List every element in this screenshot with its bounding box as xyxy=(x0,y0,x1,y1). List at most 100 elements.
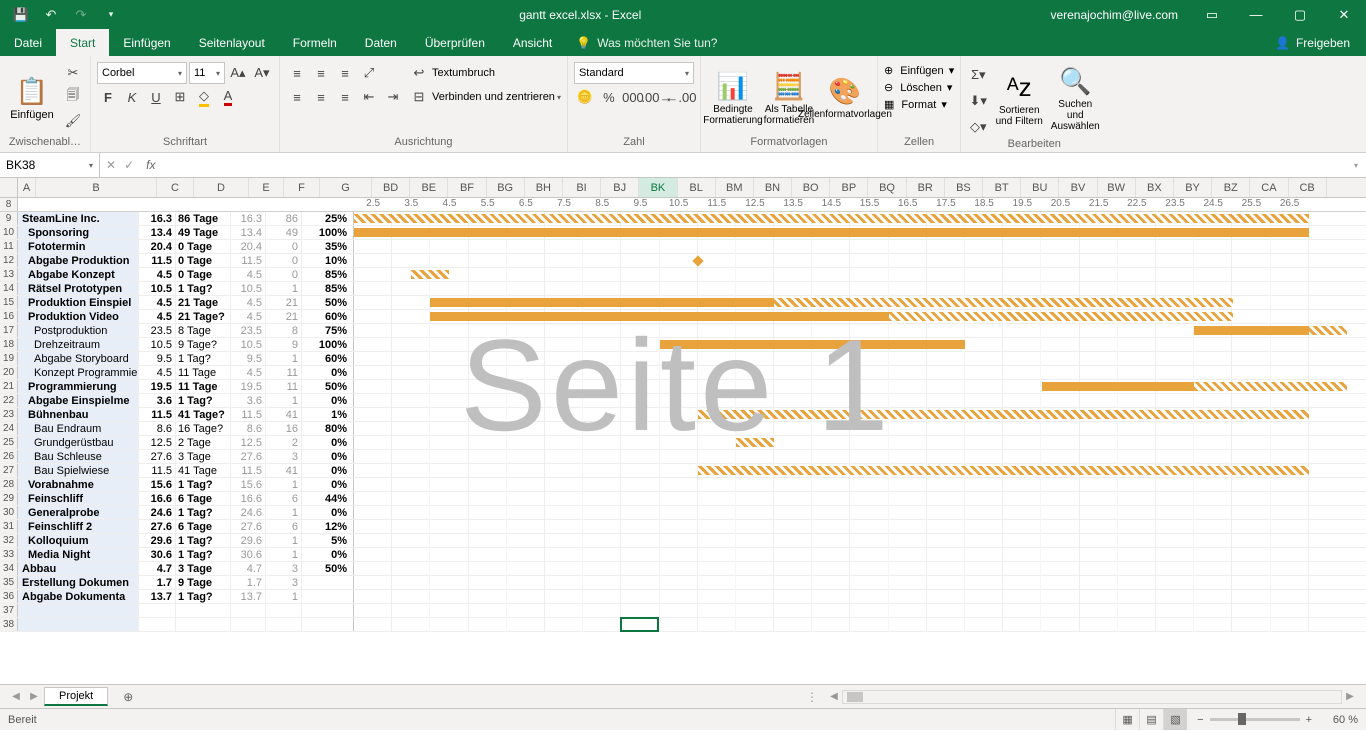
table-row[interactable]: 36Abgabe Dokumenta13.71 Tag?13.71 xyxy=(0,590,1366,604)
table-row[interactable]: 38 xyxy=(0,618,1366,632)
fill-icon[interactable]: ⬇▾ xyxy=(967,90,989,112)
bold-button[interactable]: F xyxy=(97,86,119,108)
table-row[interactable]: 28Vorabnahme15.61 Tag?15.610% xyxy=(0,478,1366,492)
col-header[interactable]: D xyxy=(194,178,249,197)
table-row[interactable]: 18Drehzeitraum10.59 Tage?10.59100% xyxy=(0,338,1366,352)
align-center-icon[interactable]: ≡ xyxy=(310,86,332,108)
table-row[interactable]: 19Abgabe Storyboard9.51 Tag?9.5160% xyxy=(0,352,1366,366)
col-header[interactable]: BP xyxy=(830,178,868,197)
percent-format-icon[interactable]: % xyxy=(598,86,620,108)
align-left-icon[interactable]: ≡ xyxy=(286,86,308,108)
page-layout-view-icon[interactable]: ▤ xyxy=(1139,709,1163,730)
page-break-view-icon[interactable]: ▧ xyxy=(1163,709,1187,730)
tab-seitenlayout[interactable]: Seitenlayout xyxy=(185,29,279,56)
decrease-indent-icon[interactable]: ⇤ xyxy=(358,86,380,108)
table-row[interactable]: 17Postproduktion23.58 Tage23.5875% xyxy=(0,324,1366,338)
border-icon[interactable]: ⊞ xyxy=(169,86,191,108)
align-middle-icon[interactable]: ≡ xyxy=(310,62,332,84)
zoom-value[interactable]: 60 % xyxy=(1318,714,1358,726)
table-row[interactable]: 37 xyxy=(0,604,1366,618)
col-header[interactable]: CB xyxy=(1289,178,1327,197)
col-header[interactable]: BN xyxy=(754,178,792,197)
tell-me-search[interactable]: 💡Was möchten Sie tun? xyxy=(566,29,727,56)
tab-formeln[interactable]: Formeln xyxy=(279,29,351,56)
horizontal-scrollbar[interactable] xyxy=(842,690,1342,704)
col-header[interactable]: BV xyxy=(1059,178,1097,197)
table-row[interactable]: 24Bau Endraum8.616 Tage?8.61680% xyxy=(0,422,1366,436)
align-bottom-icon[interactable]: ≡ xyxy=(334,62,356,84)
clear-icon[interactable]: ◇▾ xyxy=(967,116,989,138)
autosum-icon[interactable]: Σ▾ xyxy=(967,64,989,86)
table-row[interactable]: 20Konzept Programmier4.511 Tage4.5110% xyxy=(0,366,1366,380)
decrease-decimal-icon[interactable]: ←.00 xyxy=(670,86,692,108)
col-header[interactable]: BZ xyxy=(1212,178,1250,197)
zoom-slider[interactable] xyxy=(1210,718,1300,721)
table-row[interactable]: 29Feinschliff16.66 Tage16.6644% xyxy=(0,492,1366,506)
col-header[interactable]: B xyxy=(36,178,157,197)
col-header[interactable]: BQ xyxy=(868,178,906,197)
col-header[interactable]: BO xyxy=(792,178,830,197)
hscroll-right-icon[interactable]: ▶ xyxy=(1342,691,1358,702)
table-row[interactable]: 13Abgabe Konzept4.50 Tage4.5085% xyxy=(0,268,1366,282)
table-row[interactable]: 27Bau Spielwiese11.541 Tage11.5410% xyxy=(0,464,1366,478)
hscroll-left-icon[interactable]: ◀ xyxy=(826,691,842,702)
cancel-icon[interactable]: ✕ xyxy=(106,158,116,172)
worksheet-grid[interactable]: ABCDEFG BDBEBFBGBHBIBJBKBLBMBNBOBPBQBRBS… xyxy=(0,178,1366,684)
col-header[interactable]: BS xyxy=(945,178,983,197)
italic-button[interactable]: K xyxy=(121,86,143,108)
table-row[interactable]: 33Media Night30.61 Tag?30.610% xyxy=(0,548,1366,562)
table-row[interactable]: 25Grundgerüstbau12.52 Tage12.520% xyxy=(0,436,1366,450)
table-row[interactable]: 31Feinschliff 227.66 Tage27.6612% xyxy=(0,520,1366,534)
redo-icon[interactable]: ↷ xyxy=(70,7,92,23)
merge-center-button[interactable]: ⊟Verbinden und zentrieren▾ xyxy=(408,86,561,108)
cell-styles-button[interactable]: 🎨Zellenformatvorlagen xyxy=(819,60,871,136)
name-box[interactable]: BK38▾ xyxy=(0,153,100,177)
table-row[interactable]: 16Produktion Video4.521 Tage?4.52160% xyxy=(0,310,1366,324)
maximize-icon[interactable]: ▢ xyxy=(1278,7,1322,23)
table-row[interactable]: 9SteamLine Inc.16.386 Tage16.38625% xyxy=(0,212,1366,226)
table-row[interactable]: 12Abgabe Produktion11.50 Tage11.5010% xyxy=(0,254,1366,268)
tab-daten[interactable]: Daten xyxy=(351,29,411,56)
table-row[interactable]: 23Bühnenbau11.541 Tage?11.5411% xyxy=(0,408,1366,422)
normal-view-icon[interactable]: ▦ xyxy=(1115,709,1139,730)
col-header[interactable]: BL xyxy=(678,178,716,197)
col-header[interactable]: BG xyxy=(487,178,525,197)
select-all-corner[interactable] xyxy=(0,178,18,197)
col-header[interactable]: C xyxy=(157,178,194,197)
share-button[interactable]: 👤Freigeben xyxy=(1259,29,1366,56)
enter-icon[interactable]: ✓ xyxy=(124,158,134,172)
table-row[interactable]: 34Abbau4.73 Tage4.7350% xyxy=(0,562,1366,576)
underline-button[interactable]: U xyxy=(145,86,167,108)
zoom-in-icon[interactable]: + xyxy=(1306,714,1312,726)
tab-nav-next-icon[interactable]: ▶ xyxy=(26,691,42,702)
minimize-icon[interactable]: — xyxy=(1234,7,1278,22)
find-select-button[interactable]: 🔍Suchen und Auswählen xyxy=(1049,60,1101,138)
font-size-combo[interactable]: 11▾ xyxy=(189,62,225,84)
table-row[interactable]: 22Abgabe Einspielme3.61 Tag?3.610% xyxy=(0,394,1366,408)
table-row[interactable]: 21Programmierung19.511 Tage19.51150% xyxy=(0,380,1366,394)
ribbon-options-icon[interactable]: ▭ xyxy=(1190,7,1234,23)
font-color-icon[interactable]: A xyxy=(217,86,239,108)
sort-filter-button[interactable]: ᴬzSortieren und Filtern xyxy=(993,60,1045,138)
qat-customize-icon[interactable]: ▾ xyxy=(100,9,122,20)
tab-datei[interactable]: Datei xyxy=(0,29,56,56)
col-header[interactable]: BF xyxy=(448,178,486,197)
close-icon[interactable]: ✕ xyxy=(1322,7,1366,23)
col-header[interactable]: BX xyxy=(1136,178,1174,197)
col-header[interactable]: CA xyxy=(1250,178,1288,197)
delete-cells-button[interactable]: ⊖ Löschen ▾ xyxy=(884,81,954,94)
column-headers[interactable]: ABCDEFG BDBEBFBGBHBIBJBKBLBMBNBOBPBQBRBS… xyxy=(0,178,1366,198)
orientation-icon[interactable]: ⤢ xyxy=(358,62,380,84)
table-row[interactable]: 30Generalprobe24.61 Tag?24.610% xyxy=(0,506,1366,520)
col-header[interactable]: E xyxy=(249,178,284,197)
cut-icon[interactable]: ✂ xyxy=(62,62,84,84)
col-header[interactable]: F xyxy=(284,178,320,197)
tab-uberprufen[interactable]: Überprüfen xyxy=(411,29,499,56)
account-user[interactable]: verenajochim@live.com xyxy=(1038,8,1190,22)
table-row[interactable]: 14Rätsel Prototypen10.51 Tag?10.5185% xyxy=(0,282,1366,296)
conditional-formatting-button[interactable]: 📊Bedingte Formatierung xyxy=(707,60,759,136)
col-header[interactable]: BT xyxy=(983,178,1021,197)
zoom-out-icon[interactable]: − xyxy=(1197,714,1203,726)
col-header[interactable]: BR xyxy=(907,178,945,197)
sheet-tab-projekt[interactable]: Projekt xyxy=(44,687,108,706)
